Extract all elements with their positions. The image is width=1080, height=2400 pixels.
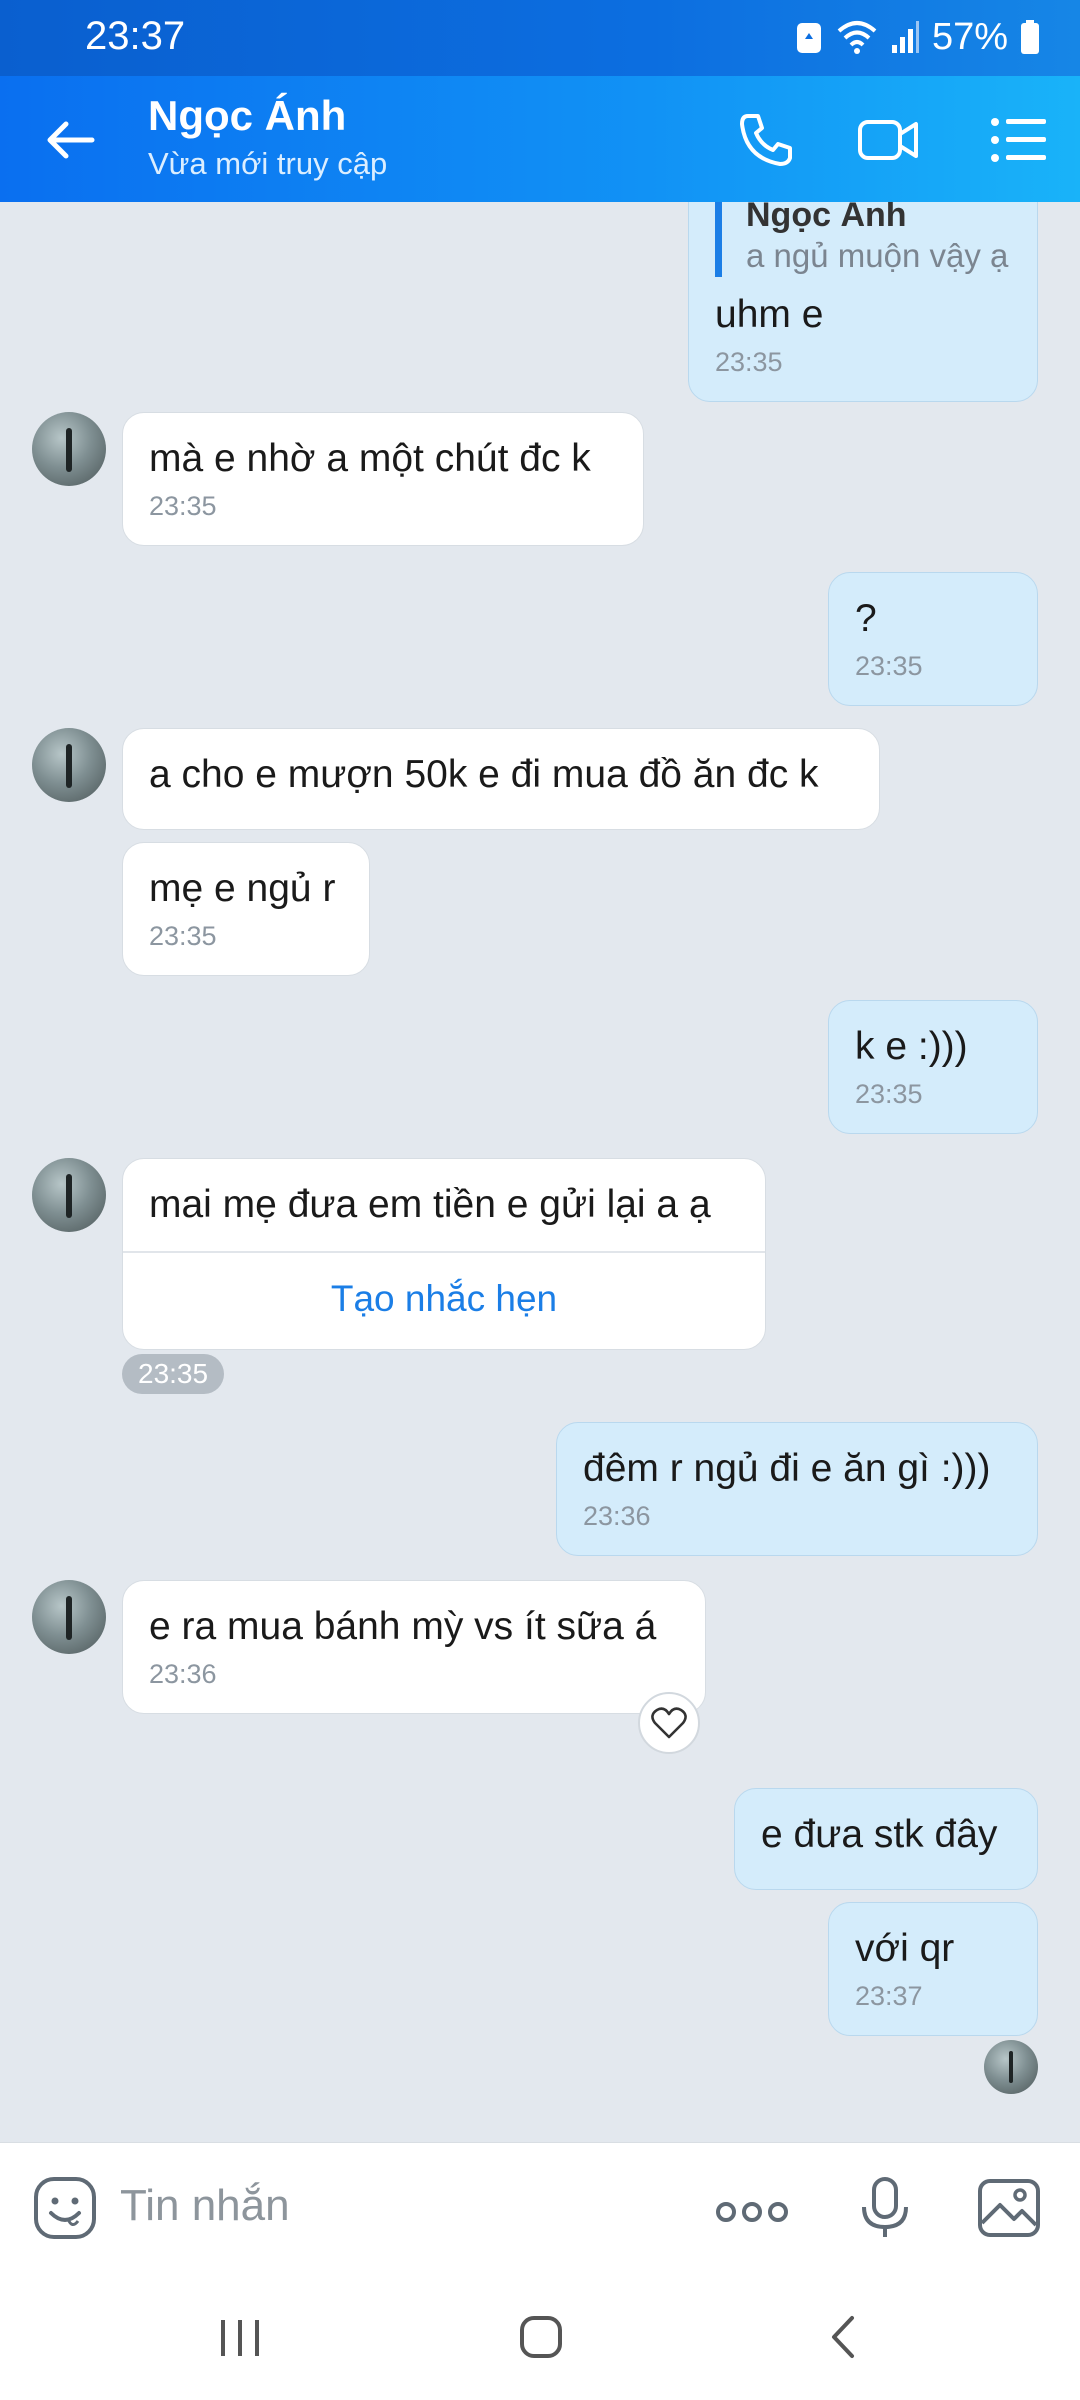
system-nav-bar [0,2272,1080,2400]
create-reminder-button[interactable]: Tạo nhắc hẹn [149,1253,739,1323]
signal-icon [891,21,919,53]
message-text: k e :))) [855,1025,968,1068]
more-dots-icon[interactable] [712,2179,792,2245]
back-icon[interactable] [820,2312,870,2362]
incoming-message[interactable]: a cho e mượn 50k e đi mua đồ ăn đc k [122,728,880,830]
incoming-message[interactable]: mẹ e ngủ r 23:35 [122,842,370,976]
message-time: 23:36 [149,1659,217,1689]
message-time: 23:35 [855,651,923,681]
list-icon[interactable] [986,108,1050,172]
heart-icon [651,1707,687,1739]
outgoing-message[interactable]: đêm r ngủ đi e ăn gì :))) 23:36 [556,1422,1038,1556]
status-indicators: 57% [794,12,1040,62]
incoming-message[interactable]: mà e nhờ a một chút đc k 23:35 [122,412,644,546]
message-text: e đưa stk đây [761,1813,998,1856]
message-text: a cho e mượn 50k e đi mua đồ ăn đc k [149,753,819,796]
incoming-message[interactable]: mai mẹ đưa em tiền e gửi lại a ạ Tạo nhắ… [122,1158,766,1350]
quoted-message[interactable]: Ngọc Ánh a ngủ muộn vậy ạ [715,202,1011,277]
home-icon[interactable] [516,2312,566,2362]
quoted-text: a ngủ muộn vậy ạ [746,237,1009,274]
message-input-bar: Tin nhắn [0,2142,1080,2272]
contact-avatar[interactable] [32,1158,106,1232]
recycle-icon [796,23,821,53]
contact-status: Vừa mới truy cập [148,146,388,181]
back-arrow-icon[interactable] [42,112,98,168]
message-input[interactable]: Tin nhắn [120,2181,290,2231]
emoji-icon[interactable] [32,2175,98,2241]
microphone-icon[interactable] [852,2175,918,2241]
outgoing-message[interactable]: Ngọc Ánh a ngủ muộn vậy ạ uhm e 23:35 [688,202,1038,402]
status-time: 23:37 [85,14,186,58]
battery-icon [1021,20,1039,54]
battery-percent: 57% [931,15,1008,58]
contact-name[interactable]: Ngọc Ánh [148,92,346,140]
outgoing-message[interactable]: ? 23:35 [828,572,1038,706]
message-time: 23:35 [149,921,217,951]
outgoing-message[interactable]: với qr 23:37 [828,1902,1038,2036]
message-time-pill: 23:35 [122,1354,225,1394]
recent-apps-icon[interactable] [215,2312,265,2362]
chat-header: 23:37 57% Ngọc Ánh Vừa mới truy cập [0,0,1080,202]
message-time: 23:35 [855,1079,923,1109]
seen-avatar [984,2040,1038,2094]
react-heart-button[interactable] [638,1692,700,1754]
quoted-sender: Ngọc Ánh [746,202,907,234]
message-time: 23:35 [149,491,217,521]
wifi-icon [837,21,877,54]
phone-icon[interactable] [734,108,798,172]
message-time: 23:35 [715,347,783,377]
contact-avatar[interactable] [32,412,106,486]
status-bar: 23:37 57% [0,0,1080,76]
contact-avatar[interactable] [32,1580,106,1654]
message-text: mà e nhờ a một chút đc k [149,437,591,480]
message-text: với qr [855,1927,955,1970]
video-camera-icon[interactable] [856,108,920,172]
message-list[interactable]: Ngọc Ánh a ngủ muộn vậy ạ uhm e 23:35 mà… [0,202,1080,2142]
image-icon[interactable] [976,2175,1042,2241]
message-time: 23:37 [855,1981,923,2011]
message-text: ? [855,597,877,640]
incoming-message[interactable]: e ra mua bánh mỳ vs ít sữa á 23:36 [122,1580,706,1714]
message-text: mai mẹ đưa em tiền e gửi lại a ạ [149,1183,711,1226]
message-text: mẹ e ngủ r [149,867,336,910]
outgoing-message[interactable]: k e :))) 23:35 [828,1000,1038,1134]
outgoing-message[interactable]: e đưa stk đây [734,1788,1038,1890]
message-time: 23:36 [583,1501,651,1531]
contact-avatar[interactable] [32,728,106,802]
message-text: đêm r ngủ đi e ăn gì :))) [583,1447,991,1490]
message-text: e ra mua bánh mỳ vs ít sữa á [149,1605,657,1648]
message-text: uhm e [715,293,824,336]
